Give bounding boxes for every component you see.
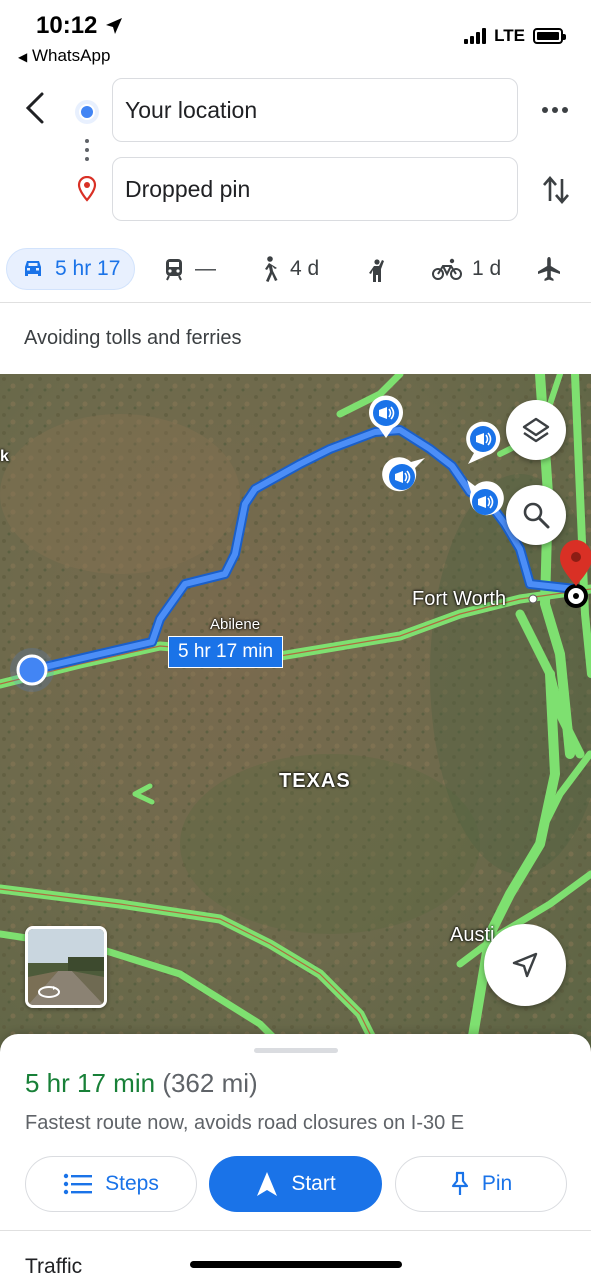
start-button[interactable]: Start bbox=[209, 1156, 382, 1212]
mode-drive-tab[interactable]: 5 hr 17 bbox=[6, 248, 136, 290]
layers-button[interactable] bbox=[506, 400, 566, 460]
car-icon bbox=[25, 261, 41, 276]
mode-bike-tab[interactable]: 1 d bbox=[432, 248, 501, 290]
home-indicator[interactable] bbox=[190, 1261, 402, 1268]
search-along-route-button[interactable] bbox=[506, 485, 566, 545]
status-indicators: LTE bbox=[464, 26, 566, 46]
pushpin-icon bbox=[451, 1171, 468, 1195]
sheet-drag-handle[interactable] bbox=[254, 1048, 338, 1053]
route-options-note: Avoiding tolls and ferries bbox=[24, 327, 242, 349]
traffic-section-title: Traffic bbox=[25, 1255, 83, 1278]
network-type: LTE bbox=[494, 26, 525, 45]
road-alert-icon[interactable] bbox=[381, 456, 427, 501]
search-icon bbox=[523, 502, 550, 529]
road-alert-icon[interactable] bbox=[367, 394, 405, 445]
navigation-arrow-icon bbox=[512, 952, 538, 978]
mode-drive-time: 5 hr 17 bbox=[55, 257, 121, 280]
start-label: Start bbox=[291, 1172, 336, 1195]
road-alert-icon[interactable] bbox=[464, 420, 502, 471]
map-label-fort-worth: Fort Worth bbox=[412, 588, 507, 610]
divider bbox=[0, 1230, 591, 1231]
mode-flight-tab[interactable] bbox=[536, 248, 562, 290]
steps-button[interactable]: Steps bbox=[25, 1156, 197, 1212]
map-label-edge: k bbox=[0, 448, 9, 465]
steps-label: Steps bbox=[105, 1172, 159, 1195]
swap-button[interactable] bbox=[542, 173, 570, 212]
route-description: Fastest route now, avoids road closures … bbox=[25, 1112, 465, 1134]
mode-rideshare-tab[interactable] bbox=[366, 248, 390, 290]
route-duration-chip[interactable]: 5 hr 17 min bbox=[168, 636, 284, 668]
walking-icon bbox=[265, 256, 278, 282]
back-app-label: WhatsApp bbox=[31, 46, 111, 65]
recenter-button[interactable] bbox=[484, 924, 566, 1006]
mode-walk-time: 4 d bbox=[290, 257, 320, 280]
distance-value: (362 mi) bbox=[162, 1068, 258, 1098]
list-icon bbox=[63, 1173, 93, 1195]
more-horizontal-icon bbox=[542, 107, 568, 113]
battery-icon bbox=[533, 28, 566, 44]
origin-value: Your location bbox=[125, 96, 258, 123]
divider bbox=[0, 302, 591, 303]
layers-icon bbox=[522, 417, 550, 443]
status-time: 10:12 bbox=[36, 12, 98, 39]
map-label-abilene: Abilene bbox=[210, 616, 261, 633]
swap-vertical-icon bbox=[543, 176, 569, 204]
train-icon bbox=[166, 259, 182, 281]
rotate-360-icon bbox=[36, 983, 62, 1004]
chevron-left-icon bbox=[25, 92, 44, 124]
location-arrow-icon bbox=[104, 16, 124, 41]
road-alert-icon[interactable] bbox=[463, 478, 505, 529]
airplane-icon bbox=[538, 257, 560, 281]
map-label-austin: Austi bbox=[450, 924, 495, 946]
back-button[interactable] bbox=[20, 90, 50, 126]
mode-bike-time: 1 d bbox=[472, 257, 502, 280]
origin-dot-icon bbox=[74, 99, 100, 130]
mode-walk-tab[interactable]: 4 d bbox=[258, 248, 319, 290]
more-options-button[interactable] bbox=[540, 100, 570, 125]
bicycle-icon bbox=[432, 258, 462, 280]
destination-pin-icon bbox=[77, 175, 97, 207]
destination-input[interactable]: Dropped pin bbox=[112, 157, 518, 221]
duration-value: 5 hr 17 min bbox=[25, 1068, 156, 1098]
connector-dots-icon bbox=[84, 138, 90, 167]
street-view-thumbnail[interactable] bbox=[25, 926, 107, 1008]
mode-transit-time: — bbox=[195, 257, 216, 280]
navigation-icon bbox=[257, 1172, 278, 1196]
origin-input[interactable]: Your location bbox=[112, 78, 518, 142]
pin-button[interactable]: Pin bbox=[395, 1156, 567, 1212]
map-label-texas: TEXAS bbox=[279, 770, 351, 792]
mode-transit-tab[interactable]: — bbox=[163, 248, 216, 290]
destination-value: Dropped pin bbox=[125, 175, 251, 202]
back-to-app-link[interactable]: ◀ WhatsApp bbox=[18, 46, 110, 66]
back-triangle-icon: ◀ bbox=[18, 50, 28, 64]
pin-label: Pin bbox=[481, 1172, 513, 1195]
route-duration: 5 hr 17 min (362 mi) bbox=[25, 1068, 258, 1099]
hail-icon bbox=[369, 259, 384, 282]
signal-icon bbox=[464, 28, 487, 44]
